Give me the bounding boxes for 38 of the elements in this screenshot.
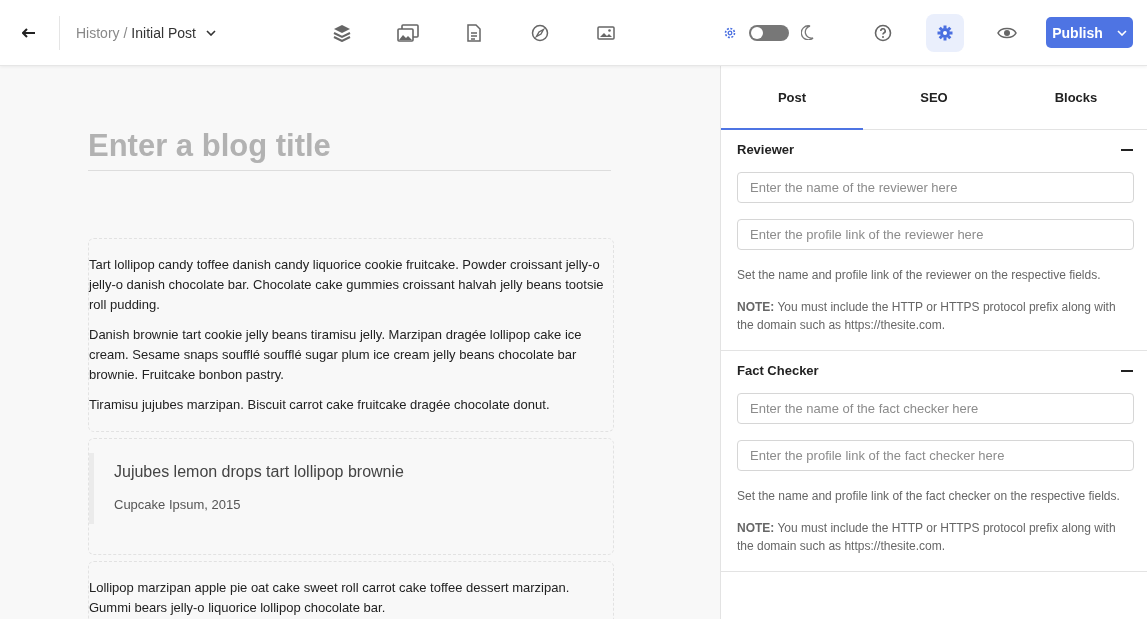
document-icon — [467, 23, 481, 42]
note-text: NOTE: You must include the HTTP or HTTPS protocol prefix along with the domain such as https://thesite.com. — [737, 520, 1117, 555]
section-title: Reviewer — [737, 142, 795, 157]
quote-citation: Cupcake Ipsum, 2015 — [114, 497, 242, 512]
input-field[interactable]: Enter the profile link of the reviewer here — [737, 219, 1134, 250]
help-icon — [874, 23, 892, 42]
layers-icon — [333, 23, 351, 42]
tab[interactable]: Post — [721, 66, 863, 130]
paragraph: Tiramisu jujubes marzipan. Biscuit carrot cake fruitcake dragée chocolate donut. — [89, 396, 551, 414]
back-arrow-icon — [22, 27, 36, 38]
breadcrumb-link[interactable]: History / — [76, 24, 128, 41]
eye-icon — [997, 25, 1017, 40]
image-icon — [597, 25, 615, 40]
help-text: Set the name and profile link of the reviewer on the respective fields. — [737, 267, 1102, 284]
section-title: Fact Checker — [737, 363, 819, 378]
settings-button[interactable] — [926, 13, 964, 52]
moon-icon — [801, 25, 814, 40]
post-selector[interactable]: Initial Post — [131, 24, 216, 41]
gallery-icon — [397, 23, 419, 42]
compass-icon — [531, 23, 549, 42]
input-field[interactable]: Enter the profile link of the fact checker here — [737, 440, 1134, 471]
paragraph: Lollipop marzipan apple pie oat cake sweet roll carrot cake toffee dessert marzipan. Gummi bears jelly-o liquorice lollipop chocolate bar. — [89, 579, 571, 617]
title-field[interactable]: Enter a blog title — [88, 128, 611, 171]
help-text: Set the name and profile link of the fact checker on the respective fields. — [737, 488, 1121, 505]
paragraph: Danish brownie tart cookie jelly beans tiramisu jelly. Marzipan dragée lollipop cake ice cream. Sesame snaps soufflé soufflé sugar plum ice cream jelly beans chocolate bar brownie. Fruitcake bonbon pastry. — [89, 326, 583, 384]
caret-icon — [205, 29, 216, 36]
input-field[interactable]: Enter the name of the reviewer here — [737, 172, 1134, 203]
settings-icon — [937, 24, 953, 41]
input-field[interactable]: Enter the name of the fact checker here — [737, 393, 1134, 424]
theme-toggle[interactable] — [749, 24, 789, 41]
settings-icon — [723, 25, 737, 40]
caret-icon — [1116, 29, 1127, 36]
note-text: NOTE: You must include the HTTP or HTTPS protocol prefix along with the domain such as https://thesite.com. — [737, 299, 1117, 334]
publish-button[interactable]: Publish — [1046, 17, 1133, 48]
tab[interactable]: SEO — [863, 66, 1005, 130]
quote-text: Jujubes lemon drops tart lollipop brownie — [114, 463, 405, 481]
tab[interactable]: Blocks — [1005, 66, 1147, 130]
paragraph: Tart lollipop candy toffee danish candy liquorice cookie fruitcake. Powder croissant jelly-o jelly-o danish chocolate bar. Chocolate cake gummies croissant halvah jelly beans tootsie roll pudding. — [89, 256, 605, 314]
